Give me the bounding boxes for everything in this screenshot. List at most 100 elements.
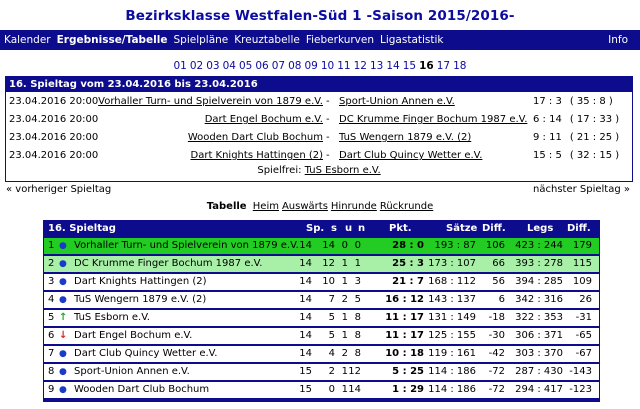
standing-lost: 0 xyxy=(354,240,361,251)
standing-team[interactable]: Wooden Dart Club Bochum xyxy=(74,382,209,398)
bye-label: Spielfrei: xyxy=(257,165,302,176)
match-score[interactable]: 9 : 11 ( 21 : 25 ) xyxy=(533,130,619,145)
away-team-link[interactable]: Sport-Union Annen e.V. xyxy=(339,94,455,109)
standing-position: 1 xyxy=(48,240,55,251)
standing-position: 3 xyxy=(48,276,55,287)
standing-sets-diff: -18 xyxy=(488,312,505,323)
standing-played: 14 xyxy=(299,240,312,251)
matchday-link-16[interactable]: 16 xyxy=(419,60,434,72)
match-score[interactable]: 15 : 5 ( 32 : 15 ) xyxy=(533,148,619,163)
matchday-link-11[interactable]: 11 xyxy=(337,60,350,72)
standing-lost: 5 xyxy=(354,294,361,305)
standing-won: 4 xyxy=(328,348,335,359)
standing-team[interactable]: Vorhaller Turn- und Spielverein von 1879… xyxy=(74,238,299,254)
away-team-link[interactable]: DC Krumme Finger Bochum 1987 e.V. xyxy=(339,112,527,127)
table-link-r-ckrunde[interactable]: Rückrunde xyxy=(380,201,433,212)
standing-sets-diff: -72 xyxy=(488,366,505,377)
home-team-link[interactable]: Vorhaller Turn- und Spielverein von 1879… xyxy=(98,94,323,109)
standing-points: 25 : 3 xyxy=(392,258,424,269)
matchday-link-05[interactable]: 05 xyxy=(239,60,252,72)
standing-legs: 287 : 430 xyxy=(515,366,563,377)
matchday-link-13[interactable]: 13 xyxy=(370,60,383,72)
standing-team[interactable]: Sport-Union Annen e.V. xyxy=(74,364,190,380)
bye-team-link[interactable]: TuS Esborn e.V. xyxy=(305,165,381,176)
standing-legs-diff: 109 xyxy=(572,276,592,287)
standing-points: 28 : 0 xyxy=(392,240,424,251)
match-score[interactable]: 6 : 14 ( 17 : 33 ) xyxy=(533,112,619,127)
standing-sets-diff: -42 xyxy=(488,348,505,359)
standing-won: 5 xyxy=(328,330,335,341)
standing-team[interactable]: Dart Engel Bochum e.V. xyxy=(74,328,192,344)
nav-item-ergebnisse-tabelle[interactable]: Ergebnisse/Tabelle xyxy=(57,34,168,46)
standing-team[interactable]: DC Krumme Finger Bochum 1987 e.V. xyxy=(74,256,262,272)
standing-team[interactable]: TuS Esborn e.V. xyxy=(74,310,150,326)
arrow-down-icon: ↓ xyxy=(59,330,68,341)
standing-sets: 168 : 112 xyxy=(428,276,476,287)
standing-draw: 2 xyxy=(341,294,348,305)
matchday-link-10[interactable]: 10 xyxy=(321,60,334,72)
standing-draw: 0 xyxy=(341,240,348,251)
away-team-link[interactable]: Dart Club Quincy Wetter e.V. xyxy=(339,148,482,163)
standing-won: 7 xyxy=(328,294,335,305)
matchday-link-07[interactable]: 07 xyxy=(272,60,285,72)
nav-item-spielpl-ne[interactable]: Spielpläne xyxy=(174,34,229,46)
standing-legs: 394 : 285 xyxy=(515,276,563,287)
nav-item-ligastatistik[interactable]: Ligastatistik xyxy=(380,34,444,46)
standing-team[interactable]: Dart Club Quincy Wetter e.V. xyxy=(74,346,217,362)
home-team-link[interactable]: Dart Engel Bochum e.V. xyxy=(205,112,323,127)
table-row: 7 14 4 2 8 10 : 18 119 : 161 -42 303 : 370 -67 ● Da… xyxy=(44,346,599,362)
nav-info-link[interactable]: Info xyxy=(608,34,628,46)
standing-draw: 1 xyxy=(341,366,348,377)
standing-position: 4 xyxy=(48,294,55,305)
matchday-link-06[interactable]: 06 xyxy=(255,60,268,72)
matchday-link-08[interactable]: 08 xyxy=(288,60,301,72)
standing-lost: 1 xyxy=(354,258,361,269)
nav-item-kalender[interactable]: Kalender xyxy=(4,34,51,46)
table-link-hinrunde[interactable]: Hinrunde xyxy=(331,201,377,212)
standing-team[interactable]: TuS Wengern 1879 e.V. (2) xyxy=(74,292,206,308)
matchday-link-14[interactable]: 14 xyxy=(386,60,399,72)
nav-item-fieberkurven[interactable]: Fieberkurven xyxy=(306,34,374,46)
home-team-link[interactable]: Wooden Dart Club Bochum xyxy=(188,130,323,145)
matchday-link-15[interactable]: 15 xyxy=(403,60,416,72)
away-team-link[interactable]: TuS Wengern 1879 e.V. (2) xyxy=(339,130,471,145)
standing-team[interactable]: Dart Knights Hattingen (2) xyxy=(74,274,207,290)
next-matchday-link[interactable]: nächster Spieltag » xyxy=(533,184,630,195)
matchday-link-17[interactable]: 17 xyxy=(437,60,450,72)
nav-item-kreuztabelle[interactable]: Kreuztabelle xyxy=(234,34,300,46)
matchday-link-03[interactable]: 03 xyxy=(206,60,219,72)
matchday-link-18[interactable]: 18 xyxy=(453,60,466,72)
bye-team: Spielfrei: TuS Esborn e.V. xyxy=(6,165,632,176)
page-title: Bezirksklasse Westfalen-Süd 1 -Saison 20… xyxy=(125,8,515,24)
table-link-heim[interactable]: Heim xyxy=(253,201,279,212)
matchday-selector: 01 02 03 04 05 06 07 08 09 10 11 12 13 14 15 16 17 18 xyxy=(0,60,640,72)
dot-icon: ● xyxy=(59,295,67,305)
matchday-link-04[interactable]: 04 xyxy=(223,60,236,72)
header-legs-diff: Diff. xyxy=(567,223,591,234)
match-separator: - xyxy=(326,114,330,125)
previous-matchday-link[interactable]: « vorheriger Spieltag xyxy=(6,184,111,195)
home-team-link[interactable]: Dart Knights Hattingen (2) xyxy=(191,148,324,163)
main-nav: Kalender Ergebnisse/Tabelle Spielpläne Kreu… xyxy=(0,30,640,50)
matchday-link-02[interactable]: 02 xyxy=(190,60,203,72)
header-draw: u xyxy=(345,223,353,234)
dot-icon: ● xyxy=(59,259,67,269)
standing-won: 12 xyxy=(322,258,335,269)
table-link-ausw-rts[interactable]: Auswärts xyxy=(282,201,328,212)
standing-sets: 125 : 155 xyxy=(428,330,476,341)
standing-legs-diff: -143 xyxy=(569,366,592,377)
dot-icon: ● xyxy=(59,385,67,395)
match-score[interactable]: 17 : 3 ( 35 : 8 ) xyxy=(533,94,613,109)
standing-draw: 1 xyxy=(341,258,348,269)
standing-sets-diff: 6 xyxy=(498,294,505,305)
matchday-link-12[interactable]: 12 xyxy=(354,60,367,72)
standing-legs: 322 : 353 xyxy=(515,312,563,323)
standing-points: 11 : 17 xyxy=(385,330,424,341)
standing-points: 11 : 17 xyxy=(385,312,424,323)
standing-draw: 1 xyxy=(341,312,348,323)
table-row: 6 14 5 1 8 11 : 17 125 : 155 -30 306 : 371 -65 ↓ Da… xyxy=(44,328,599,344)
matchday-link-09[interactable]: 09 xyxy=(305,60,318,72)
table-row: 8 15 2 1 12 5 : 25 114 : 186 -72 287 : 430 -143 ● S… xyxy=(44,364,599,380)
match-row: 23.04.2016 20:00 Dart Engel Bochum e.V. DC… xyxy=(6,112,632,127)
matchday-link-01[interactable]: 01 xyxy=(174,60,187,72)
